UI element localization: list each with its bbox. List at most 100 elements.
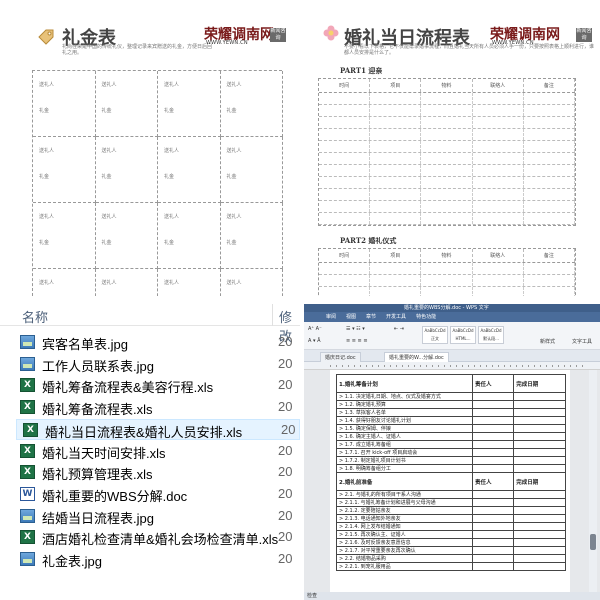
wbs-date-cell[interactable] xyxy=(513,456,566,465)
tab-diary[interactable]: 婚庆日记.doc xyxy=(320,352,361,362)
file-row[interactable]: 礼金表.jpg 20 xyxy=(14,549,300,570)
wbs-date-cell[interactable] xyxy=(513,506,566,515)
wbs-owner-cell[interactable] xyxy=(471,392,515,401)
wbs-date-cell[interactable] xyxy=(513,546,566,555)
wbs-date-cell[interactable] xyxy=(513,538,566,547)
wbs-owner-cell[interactable] xyxy=(471,546,515,555)
wbs-task[interactable]: > 1.4. 获得好朋友讨论婚礼计划 xyxy=(336,416,473,425)
align-icon[interactable]: ≡ ≡ ≡ ≡ xyxy=(346,338,368,344)
wbs-owner-cell[interactable] xyxy=(471,530,515,539)
wbs-date-cell[interactable] xyxy=(513,416,566,425)
file-row[interactable]: X 酒店婚礼检查清单&婚礼会场检查清单.xls 20 xyxy=(14,527,300,548)
file-row[interactable]: X 婚礼当天时间安排.xls 20 xyxy=(14,441,300,462)
wbs-owner-cell[interactable] xyxy=(471,562,515,571)
wbs-date-cell[interactable] xyxy=(513,522,566,531)
column-divider[interactable] xyxy=(272,304,273,326)
file-row[interactable]: W 婚礼重要的WBS分解.doc 20 xyxy=(14,484,300,505)
wbs-task[interactable]: > 1.5. 确定保姆、伴娘 xyxy=(336,424,473,433)
file-row[interactable]: 结婚当日流程表.jpg 20 xyxy=(14,506,300,527)
wbs-date-cell[interactable] xyxy=(513,530,566,539)
wbs-date-cell[interactable] xyxy=(513,392,566,401)
wbs-task[interactable]: > 1.8. 明确筹备组分工 xyxy=(336,464,473,473)
wbs-task[interactable]: > 2.1.7. 对平常重要亲友再次确认 xyxy=(336,546,473,555)
scroll-thumb[interactable] xyxy=(590,534,596,550)
wbs-date-cell[interactable] xyxy=(513,464,566,473)
wbs-task[interactable]: > 2.1.2. 定要陪姑亲友 xyxy=(336,506,473,515)
menu-item[interactable]: 审阅 xyxy=(326,312,336,322)
wbs-task[interactable]: > 1.6. 确定主婚人、证婚人 xyxy=(336,432,473,441)
wbs-task[interactable]: > 2.1. 与婚礼的所有项目干系人沟通 xyxy=(336,490,473,499)
wbs-task[interactable]: > 2.2. 结婚物品采购 xyxy=(336,554,473,563)
wbs-owner-cell[interactable] xyxy=(471,408,515,417)
wbs-date-cell[interactable] xyxy=(513,440,566,449)
wbs-owner-cell[interactable] xyxy=(471,554,515,563)
menu-item[interactable]: 章节 xyxy=(366,312,376,322)
wbs-owner-cell[interactable] xyxy=(471,440,515,449)
money-label: 礼金 xyxy=(164,240,175,246)
wbs-task[interactable]: > 1.3. 草拟客人名单 xyxy=(336,408,473,417)
money-label: 礼金 xyxy=(101,240,112,246)
file-row[interactable]: X 婚礼当日流程表&婚礼人员安排.xls 20 xyxy=(16,418,300,440)
wbs-date-cell[interactable] xyxy=(513,490,566,499)
wbs-task[interactable]: > 1.7.2. 制定婚礼项目计划书 xyxy=(336,456,473,465)
wbs-task[interactable]: > 2.1.5. 再次确认主、证婚人 xyxy=(336,530,473,539)
wbs-task[interactable]: > 1.2. 确定婚礼预算 xyxy=(336,400,473,409)
wbs-owner-cell[interactable] xyxy=(471,456,515,465)
vertical-scrollbar[interactable] xyxy=(589,370,597,592)
wbs-owner-cell[interactable] xyxy=(471,514,515,523)
tab-wbs[interactable]: 婚礼重要的W...分解.doc xyxy=(384,352,449,362)
wbs-date-cell[interactable] xyxy=(513,554,566,563)
wbs-owner-cell[interactable] xyxy=(471,522,515,531)
wbs-date-cell[interactable] xyxy=(513,562,566,571)
style-normal[interactable]: AaBbCcDd 正文 xyxy=(422,326,448,344)
file-name: 婚礼筹备流程表&美容行程.xls xyxy=(42,380,214,396)
wbs-owner-cell[interactable] xyxy=(471,490,515,499)
menu-item[interactable]: 特色功能 xyxy=(416,312,436,322)
new-style-button[interactable]: 新样式 xyxy=(540,338,555,345)
schedule-cell xyxy=(319,141,371,152)
file-row[interactable]: X 婚礼筹备流程表.xls 20 xyxy=(14,397,300,418)
file-row[interactable]: X 婚礼筹备流程表&美容行程.xls 20 xyxy=(14,375,300,396)
wbs-task[interactable]: > 1.7.1. 召开 kick-off 项目启动会 xyxy=(336,448,473,457)
file-row[interactable]: X 婚礼预算管理表.xls 20 xyxy=(14,462,300,483)
wbs-task[interactable]: > 2.1.4. 网上发布结婚通知 xyxy=(336,522,473,531)
wbs-date-cell[interactable] xyxy=(513,424,566,433)
wbs-task[interactable]: > 1.7. 成立婚礼筹备组 xyxy=(336,440,473,449)
wbs-owner-cell[interactable] xyxy=(471,400,515,409)
wbs-task[interactable]: > 1.1. 决定婚礼日期、地点、仪式及婚宴方式 xyxy=(336,392,473,401)
wbs-task[interactable]: > 2.1.1. 与婚礼筹备计划和进展与父母沟通 xyxy=(336,498,473,507)
text-tools-button[interactable]: 文字工具 xyxy=(572,338,592,345)
menu-item[interactable]: 视图 xyxy=(346,312,356,322)
wbs-owner-cell[interactable] xyxy=(471,432,515,441)
file-row[interactable]: 工作人员联系表.jpg 20 xyxy=(14,354,300,375)
font-size-icon[interactable]: A⁺ A⁻ xyxy=(308,326,322,332)
font-color-icon[interactable]: A ▾ Ā xyxy=(308,338,321,344)
indent-icon[interactable]: ⇤ ⇥ xyxy=(394,326,404,332)
wbs-owner-cell[interactable] xyxy=(471,538,515,547)
style-default[interactable]: AaBbCcDd 默认段... xyxy=(478,326,504,344)
style-html[interactable]: AaBbCcDd HTML... xyxy=(450,326,476,344)
menu-item[interactable]: 开发工具 xyxy=(386,312,406,322)
file-name: 结婚当日流程表.jpg xyxy=(42,510,154,526)
wbs-owner-cell[interactable] xyxy=(471,498,515,507)
list-icon[interactable]: ☰ ▾ ☷ ▾ xyxy=(346,326,365,332)
wbs-owner-cell[interactable] xyxy=(471,464,515,473)
wbs-date-cell[interactable] xyxy=(513,448,566,457)
wbs-owner-cell[interactable] xyxy=(471,416,515,425)
wbs-date-cell[interactable] xyxy=(513,408,566,417)
wbs-date-cell[interactable] xyxy=(513,432,566,441)
file-name: 礼金表.jpg xyxy=(42,554,102,569)
wbs-task-row: > 1.2. 确定婚礼预算 xyxy=(336,400,566,409)
wbs-date-cell[interactable] xyxy=(513,400,566,409)
wbs-owner-cell[interactable] xyxy=(471,448,515,457)
wbs-task[interactable]: > 2.1.3. 电话通知外地亲友 xyxy=(336,514,473,523)
wbs-owner-cell[interactable] xyxy=(471,506,515,515)
wbs-date-cell[interactable] xyxy=(513,514,566,523)
document-page[interactable]: 1.婚礼筹备计划 责任人 完成日期 > 1.1. 决定婚礼日期、地点、仪式及婚宴方式 >… xyxy=(330,370,570,592)
wbs-task[interactable]: > 2.1.6. 及时反馈亲友意愿信息 xyxy=(336,538,473,547)
wbs-task[interactable]: > 2.2.1. 到宠礼服用品 xyxy=(336,562,473,571)
column-name[interactable]: 名称 xyxy=(22,307,48,326)
file-row[interactable]: 宾客名单表.jpg 20 xyxy=(14,332,300,353)
wbs-date-cell[interactable] xyxy=(513,498,566,507)
wbs-owner-cell[interactable] xyxy=(471,424,515,433)
